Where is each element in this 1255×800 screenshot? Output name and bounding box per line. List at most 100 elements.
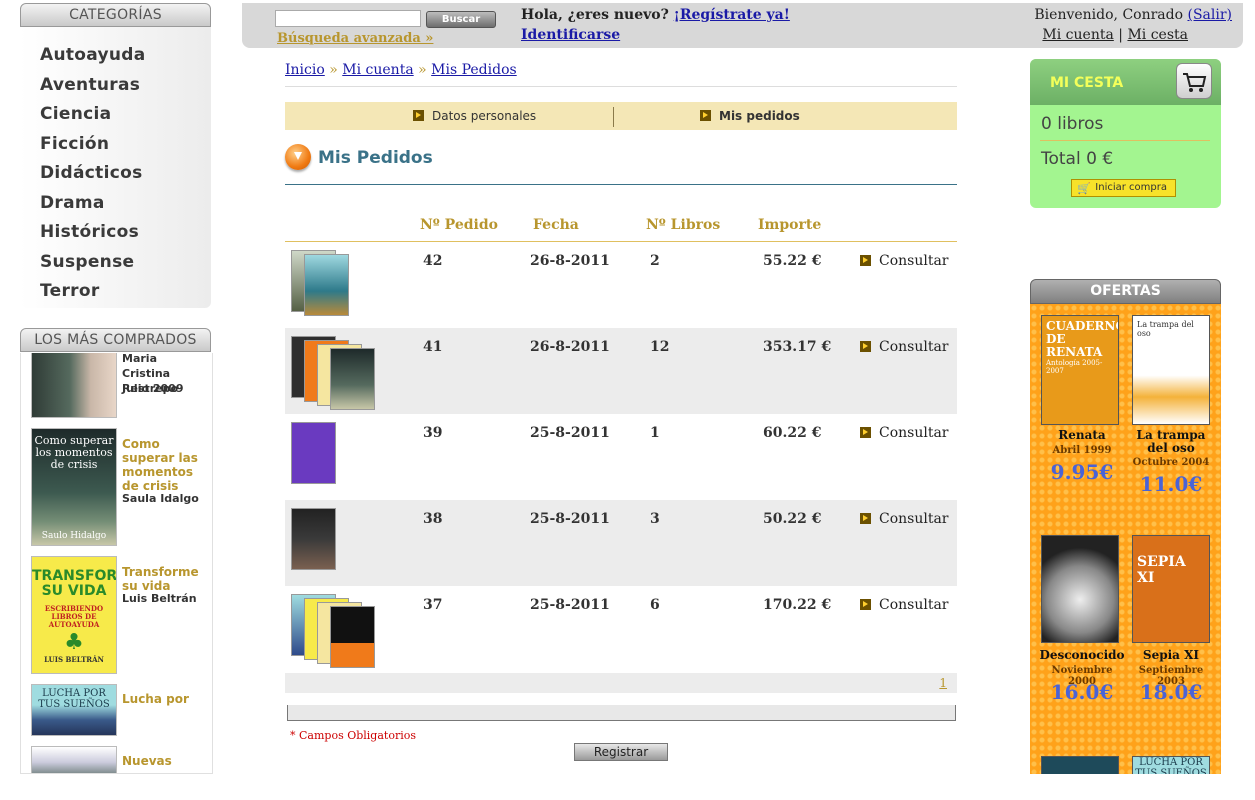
offer-cover[interactable]: CUADERNOS DE RENATA Antología 2005-2007 xyxy=(1041,315,1119,425)
bestsellers-panel: Maria Cristina Restrepo Julio 2009 Como … xyxy=(20,353,213,774)
search-input[interactable] xyxy=(275,10,421,27)
tab-my-orders[interactable]: Mis pedidos xyxy=(700,109,800,123)
offer-title[interactable]: Renata xyxy=(1037,429,1127,442)
my-account-link[interactable]: Mi cuenta xyxy=(1042,27,1113,43)
book-thumbnail[interactable] xyxy=(291,508,336,570)
col-header-books: Nº Libros xyxy=(646,217,721,233)
book-cover[interactable]: TRANSFORME SU VIDA ESCRIBIENDO LIBROS DE… xyxy=(31,556,117,674)
offer-title[interactable]: Sepia XI xyxy=(1126,649,1216,662)
shopping-cart-icon[interactable] xyxy=(1176,63,1212,99)
consult-label: Consultar xyxy=(879,597,949,613)
bestsellers-title: LOS MÁS COMPRADOS xyxy=(34,332,197,348)
category-link[interactable]: Didácticos xyxy=(40,163,143,183)
table-row: 41 26-8-2011 12 353.17 € Consultar xyxy=(285,328,957,414)
page-title: Mis Pedidos xyxy=(318,148,433,168)
book-title-link[interactable]: Como superar las momentos de crisis xyxy=(122,437,208,493)
breadcrumb-account[interactable]: Mi cuenta xyxy=(342,62,413,78)
account-tabs: Datos personales Mis pedidos xyxy=(285,102,957,130)
col-header-amount: Importe xyxy=(758,217,822,233)
table-row: 42 26-8-2011 2 55.22 € Consultar xyxy=(285,242,957,328)
order-number: 37 xyxy=(423,597,443,613)
advanced-search-link[interactable]: Búsqueda avanzada » xyxy=(277,31,433,46)
order-number: 38 xyxy=(423,511,443,527)
arrow-right-icon xyxy=(860,513,871,524)
book-title-link[interactable]: Lucha por xyxy=(122,692,208,706)
order-date: 26-8-2011 xyxy=(530,339,610,355)
book-cover[interactable]: LUCHA POR TUS SUEÑOS xyxy=(31,684,117,736)
consult-link[interactable]: Consultar xyxy=(860,511,949,527)
search-button[interactable]: Buscar xyxy=(426,11,496,28)
consult-link[interactable]: Consultar xyxy=(860,339,949,355)
arrow-right-icon xyxy=(413,110,424,121)
book-thumbnail[interactable] xyxy=(330,348,375,410)
consult-link[interactable]: Consultar xyxy=(860,597,949,613)
offer-cover[interactable] xyxy=(1041,535,1119,643)
offer-cover[interactable]: LUCHA POR TUS SUEÑOS xyxy=(1132,756,1210,774)
breadcrumb-home[interactable]: Inicio xyxy=(285,62,325,78)
order-books: 12 xyxy=(650,339,670,355)
offer-title[interactable]: Desconocido xyxy=(1037,649,1127,662)
book-cover[interactable] xyxy=(31,746,117,773)
category-link[interactable]: Suspense xyxy=(40,252,134,272)
cover-subtitle: Antología 2005-2007 xyxy=(1046,359,1103,375)
category-link[interactable]: Aventuras xyxy=(40,75,140,95)
book-title-link[interactable]: Transforme su vida xyxy=(122,565,208,593)
category-link[interactable]: Autoayuda xyxy=(40,45,146,65)
cart-title: MI CESTA xyxy=(1050,75,1124,91)
arrow-right-icon xyxy=(700,110,711,121)
offer-cover[interactable]: La trampa del oso xyxy=(1132,315,1210,425)
category-link[interactable]: Terror xyxy=(40,281,100,301)
register-button[interactable]: Registrar xyxy=(574,743,668,761)
cover-author: LUIS BELTRÁN xyxy=(44,655,104,664)
book-title-link[interactable]: Nuevas xyxy=(122,754,208,768)
top-bar: Buscar Búsqueda avanzada » Hola, ¿eres n… xyxy=(242,3,1243,48)
logout-link[interactable]: (Salir) xyxy=(1187,7,1232,23)
order-date: 26-8-2011 xyxy=(530,253,610,269)
offer-cover[interactable]: SEPIA XI xyxy=(1132,535,1210,643)
title-divider xyxy=(285,184,957,185)
my-cart-link[interactable]: Mi cesta xyxy=(1127,27,1188,43)
order-amount: 170.22 € xyxy=(763,597,832,613)
book-author: Saula Idalgo xyxy=(122,492,199,505)
cart-header: MI CESTA xyxy=(1030,59,1221,105)
greeting-text: Hola, ¿eres nuevo? xyxy=(521,7,669,23)
clover-icon: ♣ xyxy=(64,629,84,655)
book-cover[interactable]: Como superar los momentos de crisis Saul… xyxy=(31,428,117,546)
order-amount: 50.22 € xyxy=(763,511,822,527)
login-link[interactable]: Identificarse xyxy=(521,27,620,43)
offer-title[interactable]: La trampa del oso xyxy=(1126,429,1216,455)
category-link[interactable]: Históricos xyxy=(40,222,139,242)
cart-divider xyxy=(1040,140,1210,141)
book-thumbnail[interactable] xyxy=(330,606,375,668)
required-fields-note: * Campos Obligatorios xyxy=(290,729,416,742)
consult-link[interactable]: Consultar xyxy=(860,253,949,269)
arrow-right-icon xyxy=(860,341,871,352)
account-links: Mi cuenta | Mi cesta xyxy=(1042,27,1188,43)
order-date: 25-8-2011 xyxy=(530,511,610,527)
register-link[interactable]: ¡Regístrate ya! xyxy=(674,7,790,23)
table-row: 37 25-8-2011 6 170.22 € Consultar xyxy=(285,586,957,672)
book-cover[interactable] xyxy=(31,353,117,418)
cover-text: Como superar los momentos de crisis xyxy=(34,434,114,471)
offer-date: Abril 1999 xyxy=(1052,445,1112,456)
book-thumbnail[interactable] xyxy=(291,422,336,484)
breadcrumb: Inicio » Mi cuenta » Mis Pedidos xyxy=(285,62,517,78)
order-number: 39 xyxy=(423,425,443,441)
offer-cover[interactable] xyxy=(1041,756,1119,774)
order-date: 25-8-2011 xyxy=(530,425,610,441)
cart-total: Total 0 € xyxy=(1041,149,1114,169)
category-link[interactable]: Ficción xyxy=(40,134,109,154)
book-author: Luis Beltrán xyxy=(122,592,197,605)
greeting: Hola, ¿eres nuevo? ¡Regístrate ya! xyxy=(521,7,790,23)
link-separator: | xyxy=(1118,27,1123,43)
category-link[interactable]: Drama xyxy=(40,193,105,213)
page-link[interactable]: 1 xyxy=(939,676,947,690)
tab-personal-data[interactable]: Datos personales xyxy=(413,109,536,123)
start-purchase-label: Iniciar compra xyxy=(1095,182,1167,193)
consult-link[interactable]: Consultar xyxy=(860,425,949,441)
arrow-right-icon xyxy=(860,599,871,610)
start-purchase-button[interactable]: 🛒 Iniciar compra xyxy=(1071,179,1176,197)
breadcrumb-orders[interactable]: Mis Pedidos xyxy=(431,62,517,78)
category-link[interactable]: Ciencia xyxy=(40,104,111,124)
book-thumbnail[interactable] xyxy=(304,254,349,316)
